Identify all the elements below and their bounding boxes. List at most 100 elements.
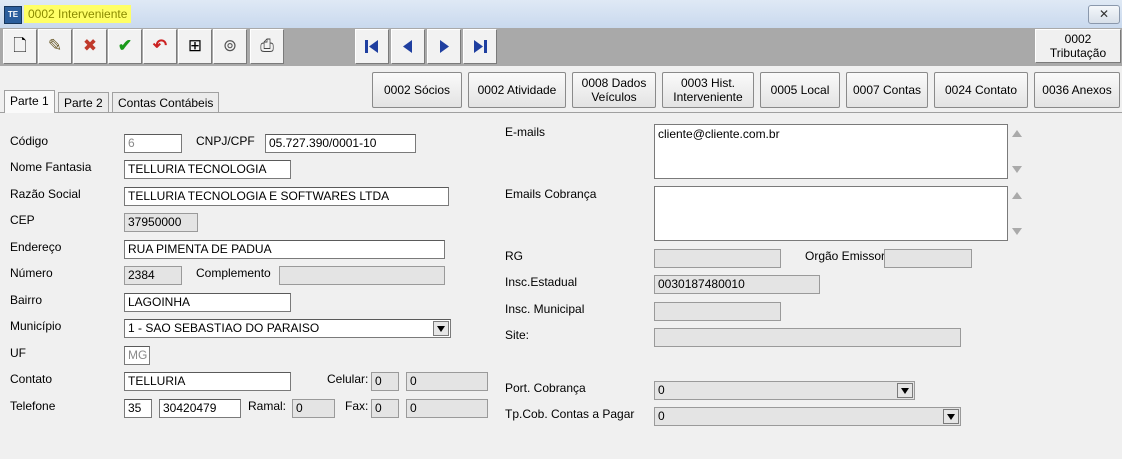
next-icon bbox=[440, 40, 449, 53]
port-cobranca-value: 0 bbox=[658, 383, 665, 397]
tp-cob-label: Tp.Cob. Contas a Pagar bbox=[505, 407, 635, 421]
socios-button[interactable]: 0002 Sócios bbox=[372, 72, 462, 108]
numero-field[interactable]: 2384 bbox=[124, 266, 182, 285]
close-button[interactable]: ✕ bbox=[1088, 5, 1120, 24]
print-icon[interactable]: ⎙ bbox=[250, 29, 284, 64]
tributacao-code: 0002 bbox=[1064, 32, 1092, 46]
celular-label: Celular: bbox=[327, 372, 369, 386]
scroll-up-icon[interactable] bbox=[1012, 130, 1022, 137]
uf-field[interactable]: MG bbox=[124, 346, 150, 365]
new-document-icon[interactable]: 🗋 bbox=[3, 29, 37, 64]
contato-button[interactable]: 0024 Contato bbox=[934, 72, 1028, 108]
telefone-number-field[interactable]: 30420479 bbox=[159, 399, 241, 418]
municipio-label: Município bbox=[10, 319, 62, 333]
confirm-check-icon[interactable]: ✔ bbox=[108, 29, 142, 64]
razao-social-field[interactable]: TELLURIA TECNOLOGIA E SOFTWARES LTDA bbox=[124, 187, 449, 206]
scroll-up-icon[interactable] bbox=[1012, 192, 1022, 199]
local-button[interactable]: 0005 Local bbox=[760, 72, 840, 108]
insc-estadual-field[interactable]: 0030187480010 bbox=[654, 275, 820, 294]
insc-estadual-label: Insc.Estadual bbox=[505, 275, 578, 289]
fax-ddd-field[interactable]: 0 bbox=[371, 399, 399, 418]
municipio-select[interactable]: 1 - SAO SEBASTIAO DO PARAISO bbox=[124, 319, 451, 338]
site-field[interactable] bbox=[654, 328, 961, 347]
telefone-ddd-field[interactable]: 35 bbox=[124, 399, 152, 418]
insc-municipal-label: Insc. Municipal bbox=[505, 302, 585, 316]
cancel-icon[interactable]: ✖ bbox=[73, 29, 107, 64]
first-record-icon bbox=[365, 40, 378, 53]
cnpj-label: CNPJ/CPF bbox=[196, 134, 255, 148]
tab-divider bbox=[0, 112, 1122, 113]
chevron-down-icon[interactable] bbox=[897, 383, 913, 398]
dados-veiculos-line2: Veículos bbox=[591, 90, 637, 104]
complemento-field[interactable] bbox=[279, 266, 445, 285]
rg-field[interactable] bbox=[654, 249, 781, 268]
app-icon: TE bbox=[4, 6, 22, 24]
scroll-down-icon[interactable] bbox=[1012, 228, 1022, 235]
emails-label: E-mails bbox=[505, 125, 546, 139]
dados-veiculos-line1: 0008 Dados bbox=[581, 76, 647, 90]
orgao-emissor-field[interactable] bbox=[884, 249, 972, 268]
contato-label: Contato bbox=[10, 372, 53, 386]
title-bar: TE 0002 Interveniente ✕ bbox=[0, 0, 1122, 29]
ramal-field[interactable]: 0 bbox=[292, 399, 335, 418]
undo-icon[interactable]: ↶ bbox=[143, 29, 177, 64]
uf-label: UF bbox=[10, 346, 26, 360]
previous-record-button[interactable] bbox=[391, 29, 425, 64]
previous-icon bbox=[403, 40, 412, 53]
numero-label: Número bbox=[10, 266, 53, 280]
first-record-button[interactable] bbox=[355, 29, 389, 64]
cep-field[interactable]: 37950000 bbox=[124, 213, 198, 232]
nome-fantasia-field[interactable]: TELLURIA TECNOLOGIA bbox=[124, 160, 291, 179]
tributacao-button[interactable]: 0002 Tributação bbox=[1035, 29, 1121, 63]
binoculars-search-icon[interactable]: ⊞ bbox=[178, 29, 212, 64]
cnpj-field[interactable]: 05.727.390/0001-10 bbox=[265, 134, 416, 153]
rg-label: RG bbox=[505, 249, 523, 263]
site-label: Site: bbox=[505, 328, 530, 342]
tab-contas-contabeis[interactable]: Contas Contábeis bbox=[112, 92, 220, 113]
emails-cobranca-label: Emails Cobrança bbox=[505, 187, 597, 201]
ramal-label: Ramal: bbox=[248, 399, 287, 413]
port-cobranca-select[interactable]: 0 bbox=[654, 381, 915, 400]
hist-line2: Interveniente bbox=[673, 90, 743, 104]
telefone-label: Telefone bbox=[10, 399, 56, 413]
window-title: 0002 Interveniente bbox=[24, 5, 132, 23]
tab-parte-1[interactable]: Parte 1 bbox=[4, 90, 55, 113]
bairro-field[interactable]: LAGOINHA bbox=[124, 293, 291, 312]
emails-textarea[interactable]: cliente@cliente.com.br bbox=[654, 124, 1008, 179]
port-cobranca-label: Port. Cobrança bbox=[505, 381, 586, 395]
endereco-field[interactable]: RUA PIMENTA DE PADUA bbox=[124, 240, 445, 259]
endereco-label: Endereço bbox=[10, 240, 62, 254]
dados-veiculos-button[interactable]: 0008 Dados Veículos bbox=[572, 72, 656, 108]
hist-interveniente-button[interactable]: 0003 Hist. Interveniente bbox=[662, 72, 754, 108]
tp-cob-select[interactable]: 0 bbox=[654, 407, 961, 426]
emails-cobranca-textarea[interactable] bbox=[654, 186, 1008, 241]
tributacao-label: Tributação bbox=[1049, 46, 1107, 60]
chevron-down-icon[interactable] bbox=[943, 409, 959, 424]
chevron-down-icon[interactable] bbox=[433, 321, 449, 336]
celular-ddd-field[interactable]: 0 bbox=[371, 372, 399, 391]
tp-cob-value: 0 bbox=[658, 409, 665, 423]
razao-social-label: Razão Social bbox=[10, 187, 81, 201]
codigo-field[interactable]: 6 bbox=[124, 134, 182, 153]
scroll-down-icon[interactable] bbox=[1012, 166, 1022, 173]
fax-number-field[interactable]: 0 bbox=[406, 399, 488, 418]
anexos-button[interactable]: 0036 Anexos bbox=[1034, 72, 1120, 108]
contas-button[interactable]: 0007 Contas bbox=[846, 72, 928, 108]
celular-number-field[interactable]: 0 bbox=[406, 372, 488, 391]
edit-icon[interactable]: ✎ bbox=[38, 29, 72, 64]
insc-municipal-field[interactable] bbox=[654, 302, 781, 321]
hist-line1: 0003 Hist. bbox=[680, 76, 736, 90]
lookup-icon[interactable]: ⊚ bbox=[213, 29, 247, 64]
toolbar: 🗋 ✎ ✖ ✔ ↶ ⊞ ⊚ ⎙ 0002 Tributação bbox=[0, 28, 1122, 66]
atividade-button[interactable]: 0002 Atividade bbox=[468, 72, 566, 108]
contato-field[interactable]: TELLURIA bbox=[124, 372, 291, 391]
municipio-value: 1 - SAO SEBASTIAO DO PARAISO bbox=[128, 321, 320, 335]
bairro-label: Bairro bbox=[10, 293, 43, 307]
codigo-label: Código bbox=[10, 134, 49, 148]
nome-fantasia-label: Nome Fantasia bbox=[10, 160, 92, 174]
last-record-button[interactable] bbox=[463, 29, 497, 64]
next-record-button[interactable] bbox=[427, 29, 461, 64]
orgao-emissor-label: Orgão Emissor bbox=[805, 249, 886, 263]
last-record-icon bbox=[474, 40, 487, 53]
tab-parte-2[interactable]: Parte 2 bbox=[58, 92, 109, 113]
